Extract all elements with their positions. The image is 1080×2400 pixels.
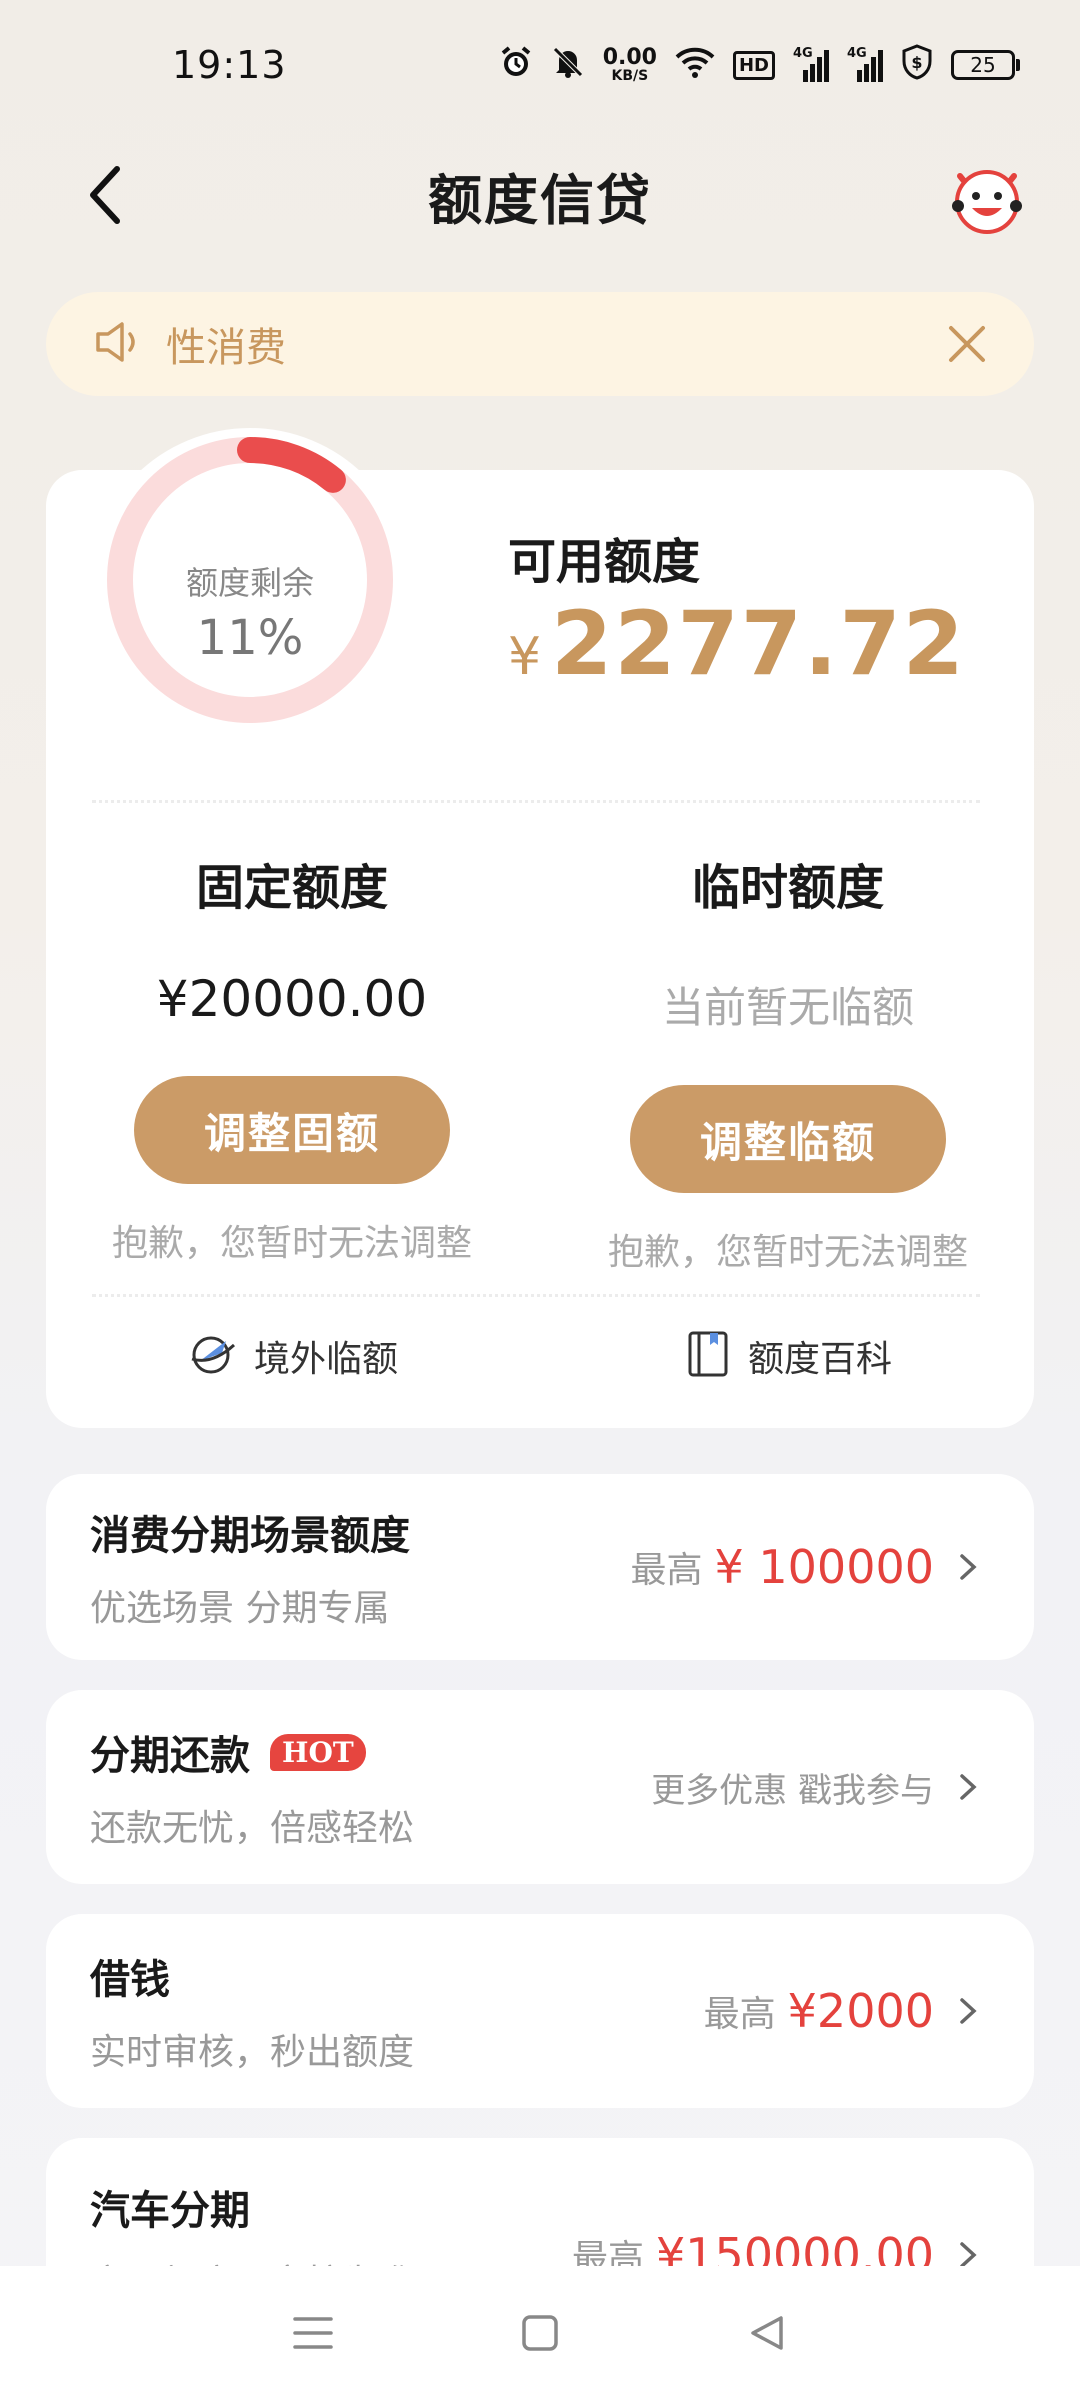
item-amount: ¥2000 <box>787 1984 934 2038</box>
speaker-icon <box>94 320 142 368</box>
status-icons: 0.00 KB/S HD 4G 4G $ 25 <box>499 44 1020 86</box>
item-title-row: 分期还款 HOT <box>90 1723 414 1781</box>
item-text: 借钱 实时审核，秒出额度 <box>90 1947 414 2075</box>
menu-icon <box>293 2317 334 2349</box>
item-right: 更多优惠 戳我参与 <box>651 1763 988 1812</box>
svg-text:$: $ <box>911 53 922 72</box>
signal-tag: 4G <box>793 46 813 61</box>
temp-credit-section: 临时额度 当前暂无临额 调整临额 抱歉，您暂时无法调整 <box>578 848 998 1275</box>
adjust-temp-button[interactable]: 调整临额 <box>630 1085 946 1193</box>
page-title: 额度信贷 <box>428 168 652 232</box>
currency-symbol: ¥ <box>508 627 542 687</box>
square-icon <box>522 2315 558 2351</box>
status-bar: 19:13 0.00 KB/S HD 4G 4G $ 25 <box>0 0 1080 130</box>
hd-icon: HD <box>732 50 775 80</box>
battery-level: 25 <box>951 50 1015 80</box>
item-prefix: 最高 <box>630 1550 703 1591</box>
divider <box>92 800 980 803</box>
chevron-right-icon <box>958 1996 988 2026</box>
temp-adjust-note: 抱歉，您暂时无法调整 <box>607 1232 968 1273</box>
book-icon <box>686 1330 730 1382</box>
list-item[interactable]: 分期还款 HOT 还款无忧，倍感轻松 更多优惠 戳我参与 <box>46 1690 1034 1884</box>
system-nav-bar <box>0 2266 1080 2400</box>
fixed-adjust-note: 抱歉，您暂时无法调整 <box>111 1223 472 1264</box>
temp-credit-title: 临时额度 <box>691 860 884 916</box>
item-title: 分期还款 <box>90 1733 250 1779</box>
ring-percent: 11% <box>196 610 304 666</box>
available-amount-value: 2277.72 <box>551 592 966 695</box>
item-right: 最高 ¥ 100000 <box>630 1540 988 1594</box>
nav-bar: 额度信贷 <box>0 130 1080 260</box>
item-text: 分期还款 HOT 还款无忧，倍感轻松 <box>90 1723 414 1851</box>
temp-credit-value: 当前暂无临额 <box>661 983 914 1032</box>
alarm-icon <box>499 45 533 85</box>
close-icon[interactable] <box>940 317 994 371</box>
battery-icon: 25 <box>951 50 1020 80</box>
available-credit-amount: ¥ 2277.72 <box>508 592 966 695</box>
overseas-credit-label: 境外临额 <box>254 1339 399 1380</box>
item-amount: ¥ 100000 <box>714 1540 935 1594</box>
available-credit-label: 可用额度 <box>508 534 701 590</box>
item-subtitle: 优选场景 分期专属 <box>90 1588 390 1629</box>
overseas-credit-link[interactable]: 境外临额 <box>190 1330 398 1382</box>
item-subtitle: 还款无忧，倍感轻松 <box>90 1808 415 1849</box>
fixed-credit-value: ¥20000.00 <box>156 970 428 1028</box>
home-button[interactable] <box>510 2303 570 2363</box>
notice-bar[interactable]: 性消费 <box>46 292 1034 396</box>
network-speed-unit: KB/S <box>611 68 649 84</box>
item-title: 借钱 <box>90 1957 170 2003</box>
credit-wiki-label: 额度百科 <box>748 1339 893 1380</box>
system-back-button[interactable] <box>737 2303 797 2363</box>
recent-apps-button[interactable] <box>283 2303 343 2363</box>
item-prefix: 最高 <box>703 1994 776 2035</box>
fixed-credit-title: 固定额度 <box>195 860 388 916</box>
item-text: 消费分期场景额度 优选场景 分期专属 <box>90 1503 410 1631</box>
item-title: 汽车分期 <box>90 2188 250 2234</box>
list-item[interactable]: 消费分期场景额度 优选场景 分期专属 最高 ¥ 100000 <box>46 1474 1034 1660</box>
signal-icon: 4G <box>793 46 829 82</box>
customer-service-mascot-icon[interactable] <box>946 156 1028 238</box>
vpn-shield-icon: $ <box>901 44 933 86</box>
network-speed: 0.00 KB/S <box>602 45 657 84</box>
notice-text: 性消费 <box>166 325 286 371</box>
divider <box>92 1294 980 1297</box>
list-item[interactable]: 借钱 实时审核，秒出额度 最高 ¥2000 <box>46 1914 1034 2108</box>
item-title: 消费分期场景额度 <box>90 1513 410 1559</box>
item-promo: 更多优惠 戳我参与 <box>651 1770 934 1811</box>
mute-icon <box>551 45 585 85</box>
back-button[interactable] <box>70 160 140 230</box>
signal-tag: 4G <box>847 46 867 61</box>
hot-badge: HOT <box>270 1733 366 1771</box>
wifi-icon <box>675 45 715 85</box>
item-subtitle: 实时审核，秒出额度 <box>90 2032 415 2073</box>
chevron-left-icon <box>90 166 120 224</box>
item-right: 最高 ¥2000 <box>704 1984 988 2038</box>
chevron-right-icon <box>958 1772 988 1802</box>
plane-globe-icon <box>190 1331 236 1381</box>
status-time: 19:13 <box>172 43 287 87</box>
signal-icon: 4G <box>847 46 883 82</box>
network-speed-value: 0.00 <box>602 45 657 70</box>
chevron-right-icon <box>958 1552 988 1582</box>
adjust-fixed-button[interactable]: 调整固额 <box>134 1076 450 1184</box>
credit-wiki-link[interactable]: 额度百科 <box>686 1330 892 1382</box>
ring-label: 额度剩余 <box>185 564 314 602</box>
remaining-ring: 额度剩余 11% <box>100 430 400 730</box>
triangle-back-icon <box>750 2316 783 2350</box>
fixed-credit-section: 固定额度 ¥20000.00 调整固额 抱歉，您暂时无法调整 <box>82 848 502 1266</box>
